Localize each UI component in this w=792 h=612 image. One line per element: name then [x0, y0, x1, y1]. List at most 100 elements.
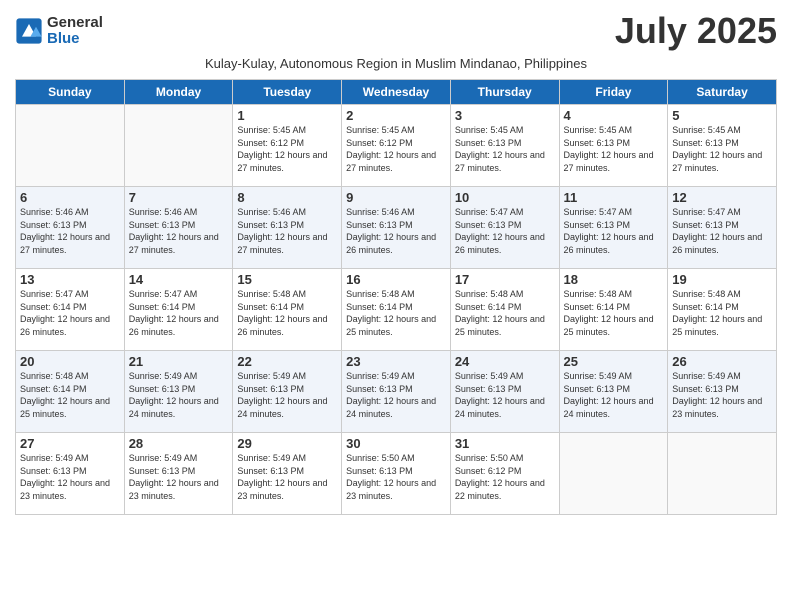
day-info: Sunrise: 5:49 AM Sunset: 6:13 PM Dayligh… [129, 452, 229, 502]
day-info: Sunrise: 5:49 AM Sunset: 6:13 PM Dayligh… [129, 370, 229, 420]
day-number: 5 [672, 108, 772, 123]
day-info: Sunrise: 5:48 AM Sunset: 6:14 PM Dayligh… [455, 288, 555, 338]
calendar-cell: 26Sunrise: 5:49 AM Sunset: 6:13 PM Dayli… [668, 351, 777, 433]
day-info: Sunrise: 5:45 AM Sunset: 6:13 PM Dayligh… [564, 124, 664, 174]
weekday-header-thursday: Thursday [450, 80, 559, 105]
calendar-cell: 6Sunrise: 5:46 AM Sunset: 6:13 PM Daylig… [16, 187, 125, 269]
day-info: Sunrise: 5:47 AM Sunset: 6:13 PM Dayligh… [672, 206, 772, 256]
month-title: July 2025 [615, 10, 777, 52]
day-info: Sunrise: 5:46 AM Sunset: 6:13 PM Dayligh… [20, 206, 120, 256]
day-info: Sunrise: 5:46 AM Sunset: 6:13 PM Dayligh… [237, 206, 337, 256]
weekday-header-monday: Monday [124, 80, 233, 105]
day-info: Sunrise: 5:48 AM Sunset: 6:14 PM Dayligh… [564, 288, 664, 338]
day-number: 11 [564, 190, 664, 205]
calendar-cell: 24Sunrise: 5:49 AM Sunset: 6:13 PM Dayli… [450, 351, 559, 433]
weekday-header-wednesday: Wednesday [342, 80, 451, 105]
day-info: Sunrise: 5:47 AM Sunset: 6:13 PM Dayligh… [455, 206, 555, 256]
calendar-cell [559, 433, 668, 515]
calendar-cell: 3Sunrise: 5:45 AM Sunset: 6:13 PM Daylig… [450, 105, 559, 187]
calendar-week-row: 6Sunrise: 5:46 AM Sunset: 6:13 PM Daylig… [16, 187, 777, 269]
day-number: 28 [129, 436, 229, 451]
calendar-cell: 25Sunrise: 5:49 AM Sunset: 6:13 PM Dayli… [559, 351, 668, 433]
calendar-cell: 19Sunrise: 5:48 AM Sunset: 6:14 PM Dayli… [668, 269, 777, 351]
day-info: Sunrise: 5:47 AM Sunset: 6:14 PM Dayligh… [129, 288, 229, 338]
day-number: 14 [129, 272, 229, 287]
logo: General Blue [15, 15, 103, 48]
day-info: Sunrise: 5:49 AM Sunset: 6:13 PM Dayligh… [346, 370, 446, 420]
day-number: 18 [564, 272, 664, 287]
day-info: Sunrise: 5:46 AM Sunset: 6:13 PM Dayligh… [346, 206, 446, 256]
day-info: Sunrise: 5:49 AM Sunset: 6:13 PM Dayligh… [237, 370, 337, 420]
calendar-cell: 27Sunrise: 5:49 AM Sunset: 6:13 PM Dayli… [16, 433, 125, 515]
calendar-cell: 20Sunrise: 5:48 AM Sunset: 6:14 PM Dayli… [16, 351, 125, 433]
day-number: 27 [20, 436, 120, 451]
day-info: Sunrise: 5:48 AM Sunset: 6:14 PM Dayligh… [346, 288, 446, 338]
day-info: Sunrise: 5:50 AM Sunset: 6:13 PM Dayligh… [346, 452, 446, 502]
day-number: 20 [20, 354, 120, 369]
day-info: Sunrise: 5:45 AM Sunset: 6:13 PM Dayligh… [455, 124, 555, 174]
calendar-cell: 15Sunrise: 5:48 AM Sunset: 6:14 PM Dayli… [233, 269, 342, 351]
day-number: 13 [20, 272, 120, 287]
calendar-cell: 14Sunrise: 5:47 AM Sunset: 6:14 PM Dayli… [124, 269, 233, 351]
day-number: 1 [237, 108, 337, 123]
day-info: Sunrise: 5:47 AM Sunset: 6:14 PM Dayligh… [20, 288, 120, 338]
day-info: Sunrise: 5:45 AM Sunset: 6:13 PM Dayligh… [672, 124, 772, 174]
day-number: 22 [237, 354, 337, 369]
day-info: Sunrise: 5:46 AM Sunset: 6:13 PM Dayligh… [129, 206, 229, 256]
calendar-cell [16, 105, 125, 187]
calendar-table: SundayMondayTuesdayWednesdayThursdayFrid… [15, 79, 777, 515]
calendar-cell: 22Sunrise: 5:49 AM Sunset: 6:13 PM Dayli… [233, 351, 342, 433]
calendar-week-row: 20Sunrise: 5:48 AM Sunset: 6:14 PM Dayli… [16, 351, 777, 433]
calendar-cell: 4Sunrise: 5:45 AM Sunset: 6:13 PM Daylig… [559, 105, 668, 187]
day-number: 6 [20, 190, 120, 205]
day-number: 25 [564, 354, 664, 369]
calendar-cell: 30Sunrise: 5:50 AM Sunset: 6:13 PM Dayli… [342, 433, 451, 515]
day-number: 12 [672, 190, 772, 205]
day-number: 30 [346, 436, 446, 451]
day-number: 31 [455, 436, 555, 451]
calendar-cell: 8Sunrise: 5:46 AM Sunset: 6:13 PM Daylig… [233, 187, 342, 269]
calendar-cell: 5Sunrise: 5:45 AM Sunset: 6:13 PM Daylig… [668, 105, 777, 187]
calendar-cell: 28Sunrise: 5:49 AM Sunset: 6:13 PM Dayli… [124, 433, 233, 515]
day-number: 21 [129, 354, 229, 369]
page-header: General Blue July 2025 [15, 10, 777, 52]
day-info: Sunrise: 5:49 AM Sunset: 6:13 PM Dayligh… [237, 452, 337, 502]
day-info: Sunrise: 5:49 AM Sunset: 6:13 PM Dayligh… [672, 370, 772, 420]
weekday-header-friday: Friday [559, 80, 668, 105]
day-info: Sunrise: 5:48 AM Sunset: 6:14 PM Dayligh… [20, 370, 120, 420]
day-info: Sunrise: 5:45 AM Sunset: 6:12 PM Dayligh… [237, 124, 337, 174]
calendar-week-row: 13Sunrise: 5:47 AM Sunset: 6:14 PM Dayli… [16, 269, 777, 351]
calendar-cell [668, 433, 777, 515]
day-number: 19 [672, 272, 772, 287]
calendar-cell: 7Sunrise: 5:46 AM Sunset: 6:13 PM Daylig… [124, 187, 233, 269]
calendar-week-row: 1Sunrise: 5:45 AM Sunset: 6:12 PM Daylig… [16, 105, 777, 187]
calendar-cell: 18Sunrise: 5:48 AM Sunset: 6:14 PM Dayli… [559, 269, 668, 351]
calendar-cell: 21Sunrise: 5:49 AM Sunset: 6:13 PM Dayli… [124, 351, 233, 433]
day-number: 2 [346, 108, 446, 123]
page-subtitle: Kulay-Kulay, Autonomous Region in Muslim… [15, 56, 777, 71]
day-info: Sunrise: 5:49 AM Sunset: 6:13 PM Dayligh… [20, 452, 120, 502]
logo-general: General [47, 15, 103, 32]
day-info: Sunrise: 5:47 AM Sunset: 6:13 PM Dayligh… [564, 206, 664, 256]
day-number: 9 [346, 190, 446, 205]
calendar-cell: 17Sunrise: 5:48 AM Sunset: 6:14 PM Dayli… [450, 269, 559, 351]
day-number: 16 [346, 272, 446, 287]
calendar-cell: 23Sunrise: 5:49 AM Sunset: 6:13 PM Dayli… [342, 351, 451, 433]
calendar-cell [124, 105, 233, 187]
day-number: 15 [237, 272, 337, 287]
calendar-cell: 13Sunrise: 5:47 AM Sunset: 6:14 PM Dayli… [16, 269, 125, 351]
day-number: 3 [455, 108, 555, 123]
day-number: 8 [237, 190, 337, 205]
day-number: 7 [129, 190, 229, 205]
day-number: 23 [346, 354, 446, 369]
weekday-header-tuesday: Tuesday [233, 80, 342, 105]
calendar-cell: 16Sunrise: 5:48 AM Sunset: 6:14 PM Dayli… [342, 269, 451, 351]
calendar-cell: 9Sunrise: 5:46 AM Sunset: 6:13 PM Daylig… [342, 187, 451, 269]
day-info: Sunrise: 5:49 AM Sunset: 6:13 PM Dayligh… [564, 370, 664, 420]
day-number: 10 [455, 190, 555, 205]
day-info: Sunrise: 5:48 AM Sunset: 6:14 PM Dayligh… [672, 288, 772, 338]
day-info: Sunrise: 5:45 AM Sunset: 6:12 PM Dayligh… [346, 124, 446, 174]
calendar-cell: 1Sunrise: 5:45 AM Sunset: 6:12 PM Daylig… [233, 105, 342, 187]
calendar-cell: 2Sunrise: 5:45 AM Sunset: 6:12 PM Daylig… [342, 105, 451, 187]
calendar-cell: 31Sunrise: 5:50 AM Sunset: 6:12 PM Dayli… [450, 433, 559, 515]
